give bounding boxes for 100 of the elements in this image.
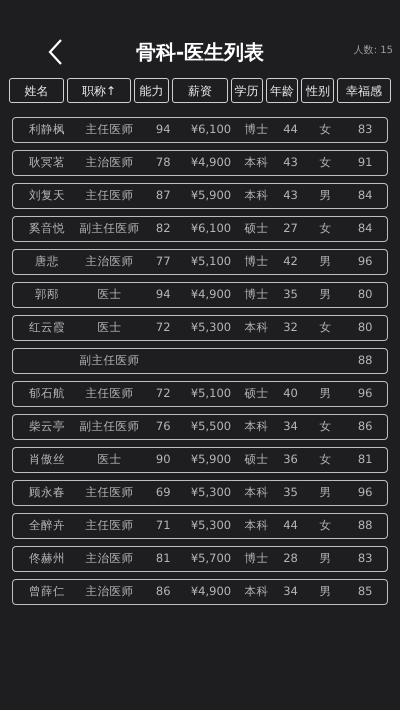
table-cell-text: ¥6,100 [190,121,232,138]
table-cell-text: 主任医师 [86,187,134,204]
doctor-row[interactable]: 唐悲 主治医师 77 ¥5,100 博士 42 男 96 [12,249,388,275]
doctor-row[interactable]: 红云霞 医士 72 ¥5,300 本科 32 女 80 [12,315,388,341]
table-cell-text: 32 [283,319,298,336]
table-cell-text: 91 [358,154,372,172]
table-cell-text: 27 [283,220,298,238]
table-cell-text: 女 [319,418,332,436]
table-cell-text: 81 [156,550,171,568]
table-cell-text: 34 [283,418,298,436]
doctor-row[interactable]: 曾薛仁 主治医师 86 ¥4,900 本科 34 男 85 [12,579,388,605]
table-cell-text: 女 [319,517,332,534]
table-cell-text: 奚音悦 [28,220,65,238]
table-cell-text: 90 [156,451,171,468]
table-cell-text: 佟赫州 [28,550,65,568]
table-cell-text: 利静枫 [28,121,65,138]
column-header[interactable]: 性别 [301,78,334,103]
table-cell-text: 女 [319,220,332,238]
table-cell-text: 主治医师 [86,253,134,270]
table-cell-text: 医士 [98,286,122,304]
doctor-row[interactable]: 奚音悦 副主任医师 82 ¥6,100 硕士 27 女 84 [12,216,388,242]
table-cell-text: 78 [156,154,171,172]
table-cell-text: 76 [156,418,171,436]
doctor-count: 人数: 15 [354,44,393,58]
table-cell-text: 女 [319,319,332,336]
table-cell-text: 硕士 [244,385,269,402]
table-cell-text: 柴云亭 [28,418,65,436]
doctor-row[interactable]: 佟赫州 主治医师 81 ¥5,700 博士 28 男 83 [12,546,388,572]
table-cell-text: 博士 [244,121,269,138]
table-cell-text: 曾薛仁 [28,583,65,600]
doctor-row[interactable]: 副主任医师 88 [12,348,388,374]
table-cell-text: ¥5,900 [190,451,232,468]
table-cell-text: 郭邴 [34,286,59,304]
table-cell-text: 88 [358,352,372,370]
table-cell-text: ¥5,300 [190,319,232,336]
table-cell-text: 本科 [244,187,269,204]
doctor-row[interactable]: 柴云亭 副主任医师 76 ¥5,500 本科 34 女 86 [12,414,388,440]
column-header[interactable]: 薪资 [172,78,228,103]
table-cell-text: 男 [319,253,332,270]
doctor-row[interactable]: 利静枫 主任医师 94 ¥6,100 博士 44 女 83 [12,117,388,143]
table-cell-text: 男 [319,583,332,600]
table-cell-text: 44 [283,517,298,534]
table-cell-text: ¥5,900 [190,187,232,204]
table-cell-text: 副主任医师 [80,418,140,436]
table-cell-text: 43 [283,187,298,204]
table-cell-text: ¥4,900 [190,154,232,172]
table-cell-text: ¥4,900 [190,583,232,600]
table-cell-text: ¥5,500 [190,418,232,436]
column-header[interactable]: 姓名 [9,78,64,103]
table-cell-text: 主任医师 [86,121,134,138]
doctor-row[interactable]: 肖傲丝 医士 90 ¥5,900 硕士 36 女 81 [12,447,388,473]
table-cell-text: 红云霞 [28,319,65,336]
column-header[interactable]: 学历 [230,78,263,103]
table-cell-text: 72 [156,319,171,336]
doctor-row[interactable]: 刘复天 主任医师 87 ¥5,900 本科 43 男 84 [12,183,388,209]
doctor-row[interactable]: 全醉卉 主任医师 71 ¥5,300 本科 44 女 88 [12,513,388,539]
doctor-row[interactable]: 郭邴 医士 94 ¥4,900 博士 35 男 80 [12,282,388,308]
table-cell-text: 男 [319,550,332,568]
table-cell-text: 副主任医师 [80,220,140,238]
column-header[interactable]: 能力 [134,78,170,103]
table-cell-text: 主治医师 [86,583,134,600]
doctor-row[interactable]: 顾永春 主任医师 69 ¥5,300 本科 35 男 96 [12,480,388,506]
table-cell-text: 96 [358,484,372,502]
table-cell-text: 耿冥茗 [28,154,65,172]
table-cell-text: ¥5,700 [190,550,232,568]
table-cell-text: 本科 [244,418,269,436]
table-cell-text: 女 [319,451,332,468]
table-cell-text: 主治医师 [86,550,134,568]
column-header[interactable]: 职称↑ [66,78,132,103]
table-cell-text: 男 [319,286,332,304]
page-title: 骨科-医生列表 [136,39,264,66]
table-cell-text: 77 [156,253,171,270]
doctor-row[interactable]: 耿冥茗 主治医师 78 ¥4,900 本科 43 女 91 [12,150,388,176]
table-cell-text: 本科 [244,517,269,534]
table-cell-text: 81 [358,451,372,468]
table-cell-text: 主任医师 [86,517,134,534]
table-cell-text: 女 [319,121,332,138]
table-cell-text: 82 [156,220,171,238]
table-cell-text: 郁石航 [28,385,65,402]
table-cell-text: 35 [283,286,298,304]
table-cell-text: 86 [358,418,372,436]
table-cell-text: 顾永春 [28,484,65,502]
table-cell-text: 83 [358,550,372,568]
column-header[interactable]: 年龄 [266,78,298,103]
table-cell-text: 男 [319,385,332,402]
table-cell-text: 硕士 [244,451,269,468]
table-cell-text: 87 [156,187,171,204]
table-cell-text: 本科 [244,154,269,172]
table-cell-text: 83 [358,121,372,138]
table-cell-text: 本科 [244,583,269,600]
doctor-row[interactable]: 郁石航 主任医师 72 ¥5,100 硕士 40 男 96 [12,381,388,407]
table-cell-text: 博士 [244,286,269,304]
table-cell-text: 84 [358,187,372,204]
column-header[interactable]: 幸福感 [337,78,392,103]
table-cell-text: 刘复天 [28,187,65,204]
table-cell-text: 42 [283,253,298,270]
back-icon[interactable] [47,38,63,66]
table-cell-text: ¥5,100 [190,253,232,270]
table-cell-text: 40 [283,385,298,402]
table-cell-text: 主任医师 [86,484,134,502]
